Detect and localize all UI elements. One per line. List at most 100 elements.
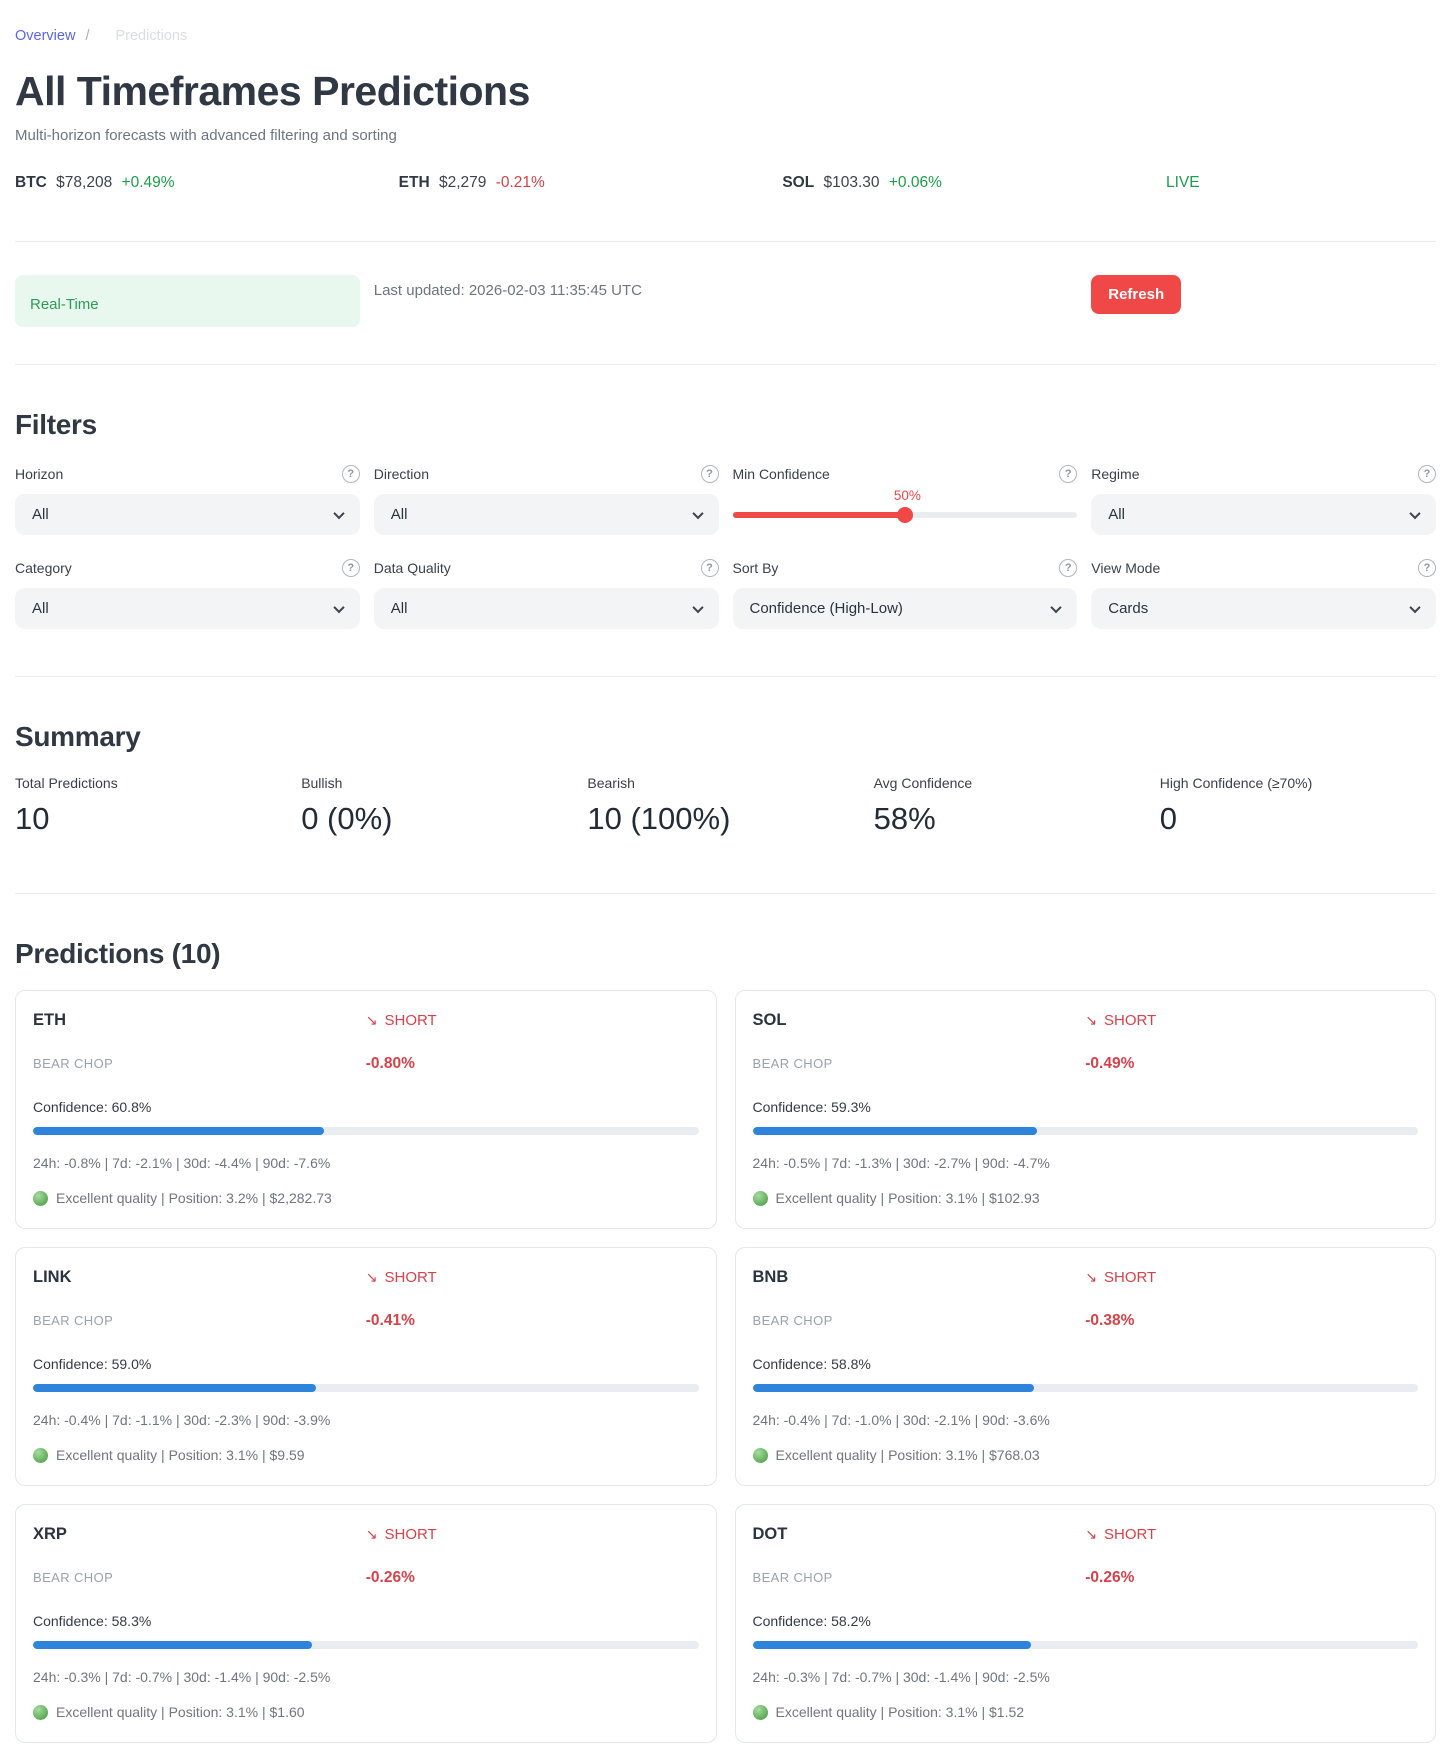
confidence-bar-fill — [752, 1641, 1032, 1649]
ticker-symbol: BTC — [15, 174, 47, 191]
regime-label: BEAR CHOP — [752, 1056, 833, 1071]
card-symbol: ETH — [33, 1011, 66, 1029]
min-confidence-slider[interactable]: 50% — [732, 488, 1078, 535]
quality-row: Excellent quality | Position: 3.1% | $10… — [752, 1190, 1419, 1206]
stat-avg-confidence: Avg Confidence 58% — [874, 775, 1150, 837]
confidence-bar-fill — [33, 1127, 325, 1135]
slider-value-label: 50% — [893, 487, 921, 503]
horizon-select[interactable]: All — [15, 494, 360, 535]
direction-select[interactable]: All — [373, 494, 719, 535]
direction-label: SHORT — [1103, 1526, 1157, 1543]
select-value: Cards — [1108, 600, 1149, 617]
direction-label: SHORT — [384, 1269, 437, 1286]
help-icon[interactable]: ? — [341, 559, 360, 577]
predicted-change: -0.41% — [365, 1312, 415, 1329]
confidence-bar — [33, 1641, 699, 1649]
ticker-sol: SOL $103.30 +0.06% — [782, 174, 1166, 192]
help-icon[interactable]: ? — [1418, 559, 1436, 577]
chevron-down-icon — [1050, 601, 1062, 613]
predicted-change: -0.26% — [365, 1569, 415, 1586]
category-select[interactable]: All — [15, 588, 360, 629]
regime-label: BEAR CHOP — [752, 1313, 833, 1328]
status-bar: Real-Time Last updated: 2026-02-03 11:35… — [15, 275, 1436, 327]
down-right-arrow-icon: ↘ — [1085, 1269, 1097, 1285]
down-right-arrow-icon: ↘ — [365, 1012, 378, 1028]
slider-track[interactable]: 50% — [732, 488, 1078, 523]
help-icon[interactable]: ? — [1059, 559, 1078, 577]
stat-total-predictions: Total Predictions 10 — [15, 775, 291, 837]
down-right-arrow-icon: ↘ — [1085, 1526, 1097, 1542]
card-symbol: BNB — [752, 1268, 789, 1286]
direction-badge: ↘ SHORT — [1085, 1269, 1418, 1286]
green-circle-icon — [752, 1447, 768, 1463]
timeframe-returns: 24h: -0.5% | 7d: -1.3% | 30d: -2.7% | 90… — [752, 1155, 1050, 1171]
confidence-bar — [752, 1641, 1418, 1649]
prediction-card-dot: DOT ↘ SHORT BEAR CHOP -0.26% Confidence: … — [734, 1504, 1436, 1743]
realtime-badge: Real-Time — [15, 275, 360, 327]
divider — [15, 893, 1436, 894]
filter-regime: Regime ? All — [1091, 465, 1436, 535]
prediction-card-link: LINK ↘ SHORT BEAR CHOP -0.41% Confidence:… — [15, 1247, 717, 1486]
down-right-arrow-icon: ↘ — [365, 1269, 378, 1285]
data-quality-select[interactable]: All — [373, 588, 719, 629]
card-symbol: LINK — [33, 1268, 72, 1286]
quality-row: Excellent quality | Position: 3.1% | $1.… — [33, 1704, 699, 1720]
help-icon[interactable]: ? — [1418, 465, 1436, 483]
timeframe-returns: 24h: -0.3% | 7d: -0.7% | 30d: -1.4% | 90… — [752, 1669, 1050, 1685]
sort-by-select[interactable]: Confidence (High-Low) — [732, 588, 1078, 629]
predictions-grid: ETH ↘ SHORT BEAR CHOP -0.80% Confidence: … — [15, 990, 1436, 1743]
chevron-down-icon — [691, 601, 704, 613]
quality-row: Excellent quality | Position: 3.2% | $2,… — [33, 1190, 699, 1206]
direction-label: SHORT — [384, 1012, 437, 1029]
filters-title: Filters — [15, 409, 97, 440]
timeframe-returns: 24h: -0.4% | 7d: -1.1% | 30d: -2.3% | 90… — [33, 1412, 331, 1428]
regime-label: BEAR CHOP — [752, 1570, 833, 1585]
stat-label: Bearish — [587, 775, 635, 791]
card-symbol: XRP — [33, 1525, 67, 1543]
help-icon[interactable]: ? — [341, 465, 360, 483]
green-circle-icon — [33, 1190, 48, 1206]
help-icon[interactable]: ? — [700, 559, 719, 577]
stat-value: 10 (100%) — [587, 801, 731, 836]
stat-value: 10 — [15, 801, 50, 836]
slider-handle[interactable] — [896, 506, 913, 523]
stat-bullish: Bullish 0 (0%) — [301, 775, 577, 837]
confidence-label: Confidence: 60.8% — [33, 1099, 152, 1115]
stat-value: 58% — [873, 801, 936, 836]
filter-label: Regime — [1091, 466, 1140, 482]
regime-label: BEAR CHOP — [33, 1056, 114, 1071]
refresh-button[interactable]: Refresh — [1091, 275, 1182, 314]
card-symbol: DOT — [752, 1525, 788, 1543]
help-icon[interactable]: ? — [1059, 465, 1078, 483]
breadcrumb-current: Predictions — [115, 28, 188, 44]
filter-label: Min Confidence — [732, 466, 830, 482]
regime-select[interactable]: All — [1091, 494, 1436, 535]
last-updated-text: Last updated: 2026-02-03 11:35:45 UTC — [373, 282, 642, 299]
confidence-bar-fill — [33, 1384, 316, 1392]
filter-label: Direction — [373, 466, 429, 482]
chevron-down-icon — [333, 507, 345, 519]
ticker-change: -0.21% — [495, 174, 545, 191]
predictions-title: Predictions (10) — [15, 938, 221, 969]
filter-min-confidence: Min Confidence ? 50% — [732, 465, 1078, 535]
predicted-change: -0.80% — [365, 1055, 415, 1072]
filter-label: Sort By — [732, 560, 779, 576]
select-value: All — [32, 506, 49, 523]
filter-label: Data Quality — [373, 560, 451, 576]
prediction-card-eth: ETH ↘ SHORT BEAR CHOP -0.80% Confidence: … — [15, 990, 717, 1229]
confidence-label: Confidence: 58.2% — [752, 1613, 871, 1629]
down-right-arrow-icon: ↘ — [1085, 1012, 1097, 1028]
breadcrumb-overview-link[interactable]: Overview — [15, 28, 75, 44]
direction-label: SHORT — [1103, 1269, 1157, 1286]
view-mode-select[interactable]: Cards — [1091, 588, 1436, 629]
stat-label: Bullish — [301, 775, 343, 791]
confidence-label: Confidence: 58.3% — [33, 1613, 152, 1629]
help-icon[interactable]: ? — [700, 465, 719, 483]
quality-text: Excellent quality | Position: 3.1% | $1.… — [775, 1704, 1025, 1720]
filter-grid: Horizon ? All Direction ? All Min Confid… — [15, 465, 1436, 629]
filter-label: View Mode — [1091, 560, 1161, 576]
breadcrumb: Overview / Predictions — [15, 28, 1436, 44]
green-circle-icon — [33, 1704, 48, 1720]
slider-fill: 50% — [732, 488, 921, 523]
stat-label: Total Predictions — [15, 775, 118, 791]
